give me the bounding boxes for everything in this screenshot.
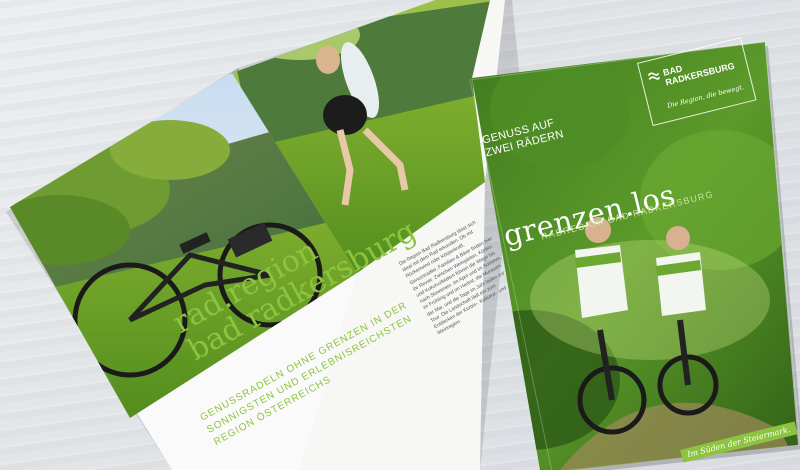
brochure-scene: [6, 0, 800, 470]
